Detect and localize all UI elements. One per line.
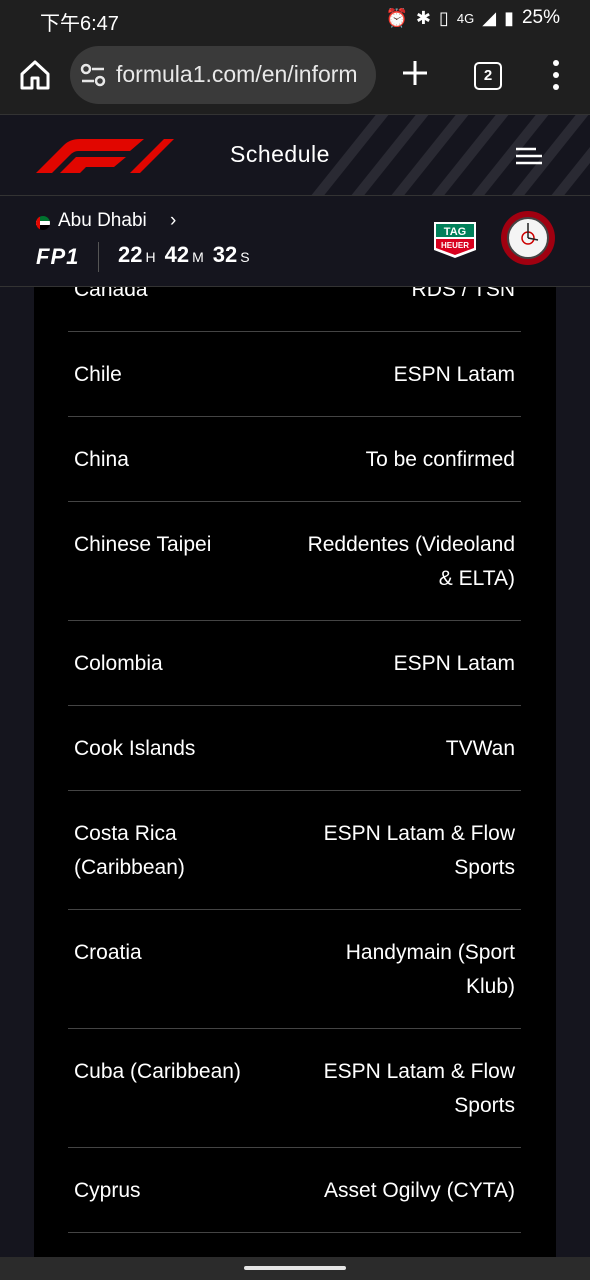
navigation-bar [0, 1257, 590, 1280]
country-name: China [74, 448, 129, 471]
table-row: Czech RepublicNova [68, 1233, 521, 1257]
broadcaster-name: ESPN Latam & Flow Sports [323, 1060, 515, 1117]
tag-heuer-logo[interactable]: TAG HEUER [432, 220, 478, 260]
alarm-icon: ⏰ [385, 7, 408, 28]
more-menu-icon[interactable] [546, 58, 566, 92]
broadcaster-name: ESPN Latam & Flow Sports [323, 822, 515, 879]
site-settings-icon[interactable] [80, 63, 106, 87]
table-row: Chile ESPN Latam [68, 332, 521, 417]
chevron-right-icon[interactable]: › [170, 210, 176, 232]
page-title: Schedule [230, 141, 330, 167]
session-label: FP1 [36, 244, 80, 269]
country-name: Cook Islands [74, 737, 196, 760]
countdown-minutes: 42 [164, 242, 190, 267]
table-row: Costa Rica (Caribbean) ESPN Latam & Flow … [68, 791, 521, 910]
countdown-timer: 22 H 42 M 32 S [118, 242, 259, 268]
table-row: Chinese Taipei Reddentes (Videoland & ELT… [68, 502, 521, 621]
country-name: Chile [74, 363, 122, 386]
broadcaster-name: RDS / TSN [411, 287, 515, 301]
session-bar[interactable]: Abu Dhabi › FP1 22 H 42 M 32 S TAG HEUER [0, 196, 590, 287]
uae-flag-icon [36, 216, 50, 230]
new-tab-icon[interactable] [398, 56, 432, 90]
f1-logo[interactable] [34, 137, 174, 175]
divider [98, 242, 99, 272]
countdown-hours: 22 [118, 242, 143, 267]
battery-icon: ▮ [504, 7, 514, 28]
broadcaster-name: ESPN Latam [393, 363, 515, 386]
country-name: Cyprus [74, 1179, 141, 1202]
country-name: Canada [74, 287, 148, 301]
battery-percent: 25% [521, 7, 560, 28]
broadcaster-name: ESPN Latam [393, 652, 515, 675]
site-header: Schedule [0, 114, 590, 196]
hamburger-menu-icon[interactable] [516, 147, 542, 165]
broadcaster-list: Canada RDS / TSN Chile ESPN Latam China To be… [68, 287, 521, 1257]
country-name: Cuba (Caribbean) [74, 1060, 241, 1083]
countdown-seconds: 32 [212, 242, 238, 267]
gesture-handle[interactable] [244, 1266, 346, 1270]
countdown-seconds-unit: S [240, 249, 251, 265]
broadcaster-name: Asset Ogilvy (CYTA) [324, 1179, 515, 1202]
home-icon[interactable] [18, 58, 52, 92]
svg-text:TAG: TAG [444, 226, 466, 238]
network-label: 4G [456, 10, 475, 26]
status-bar: 下午6:47 ⏰ ✱ ▯ 4G ◢ ▮ 25% [0, 0, 590, 36]
tab-switcher-button[interactable]: 2 [474, 62, 502, 90]
svg-text:HEUER: HEUER [441, 241, 469, 250]
countdown-minutes-unit: M [192, 249, 205, 265]
url-text: formula1.com/en/inform [116, 61, 358, 87]
status-time: 下午6:47 [40, 13, 119, 35]
table-row: China To be confirmed [68, 417, 521, 502]
country-name: Chinese Taipei [74, 533, 212, 556]
broadcaster-name: TVWan [445, 737, 515, 760]
countdown-hours-unit: H [145, 249, 157, 265]
status-icons: ⏰ ✱ ▯ 4G ◢ ▮ 25% [385, 7, 560, 29]
broadcaster-name: Reddentes (Videoland & ELTA) [307, 533, 515, 590]
browser-toolbar: formula1.com/en/inform 2 [0, 36, 590, 114]
table-row: Croatia Handymain (Sport Klub) [68, 910, 521, 1029]
table-row: Colombia ESPN Latam [68, 621, 521, 706]
vibrate-icon: ▯ [438, 7, 449, 28]
watch-icon[interactable] [500, 210, 556, 266]
table-row: Canada RDS / TSN [68, 287, 521, 332]
broadcaster-name: Handymain (Sport Klub) [345, 941, 515, 998]
bluetooth-icon: ✱ [415, 7, 431, 28]
country-name: Costa Rica (Caribbean) [74, 822, 185, 879]
signal-icon: ◢ [482, 7, 497, 28]
table-row: Cuba (Caribbean) ESPN Latam & Flow Sports [68, 1029, 521, 1148]
broadcaster-section: Canada RDS / TSN Chile ESPN Latam China To be… [0, 287, 590, 1257]
race-name[interactable]: Abu Dhabi [58, 210, 147, 232]
broadcaster-name: To be confirmed [365, 448, 515, 471]
country-name: Colombia [74, 652, 163, 675]
table-row: Cyprus Asset Ogilvy (CYTA) [68, 1148, 521, 1233]
country-name: Croatia [74, 941, 142, 964]
url-bar[interactable]: formula1.com/en/inform [70, 46, 376, 104]
table-row: Cook Islands TVWan [68, 706, 521, 791]
